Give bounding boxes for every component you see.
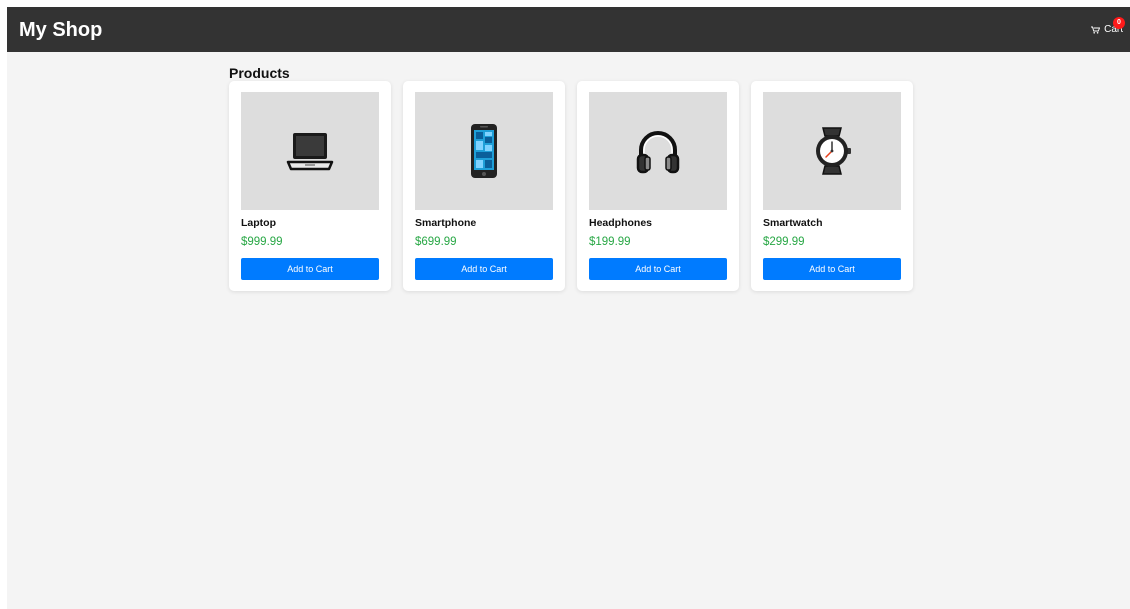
- product-price: $999.99: [241, 236, 283, 248]
- product-grid: Laptop $999.99 Add to Cart Smartphone $6…: [229, 81, 913, 291]
- product-name: Smartwatch: [763, 217, 823, 229]
- product-price: $199.99: [589, 236, 631, 248]
- page-viewport: My Shop Cart 0 Products Laptop $999.99 A…: [7, 7, 1130, 609]
- brand-title[interactable]: My Shop: [19, 19, 102, 41]
- cart-count-badge: 0: [1113, 17, 1125, 29]
- product-name: Headphones: [589, 217, 653, 229]
- product-image: [589, 92, 727, 210]
- product-price: $299.99: [763, 236, 805, 248]
- add-to-cart-button[interactable]: Add to Cart: [415, 258, 553, 280]
- laptop-icon: [286, 133, 334, 171]
- product-card-laptop: Laptop $999.99 Add to Cart: [229, 81, 391, 291]
- watch-icon: [816, 127, 851, 175]
- product-card-smartwatch: Smartwatch $299.99 Add to Cart: [751, 81, 913, 291]
- add-to-cart-button[interactable]: Add to Cart: [763, 258, 901, 280]
- product-name: Smartphone: [415, 217, 477, 229]
- smartphone-icon: [471, 124, 497, 178]
- product-image: [241, 92, 379, 210]
- add-to-cart-button[interactable]: Add to Cart: [589, 258, 727, 280]
- product-card-smartphone: Smartphone $699.99 Add to Cart: [403, 81, 565, 291]
- product-image: [415, 92, 553, 210]
- cart-button[interactable]: Cart 0: [1091, 17, 1125, 36]
- product-price: $699.99: [415, 236, 457, 248]
- product-image: [763, 92, 901, 210]
- product-name: Laptop: [241, 217, 276, 229]
- headphones-icon: [636, 131, 680, 174]
- shopping-cart-icon: [1091, 26, 1101, 34]
- product-card-headphones: Headphones $199.99 Add to Cart: [577, 81, 739, 291]
- products-heading: Products: [229, 65, 290, 81]
- add-to-cart-button[interactable]: Add to Cart: [241, 258, 379, 280]
- navbar: My Shop Cart 0: [7, 7, 1130, 52]
